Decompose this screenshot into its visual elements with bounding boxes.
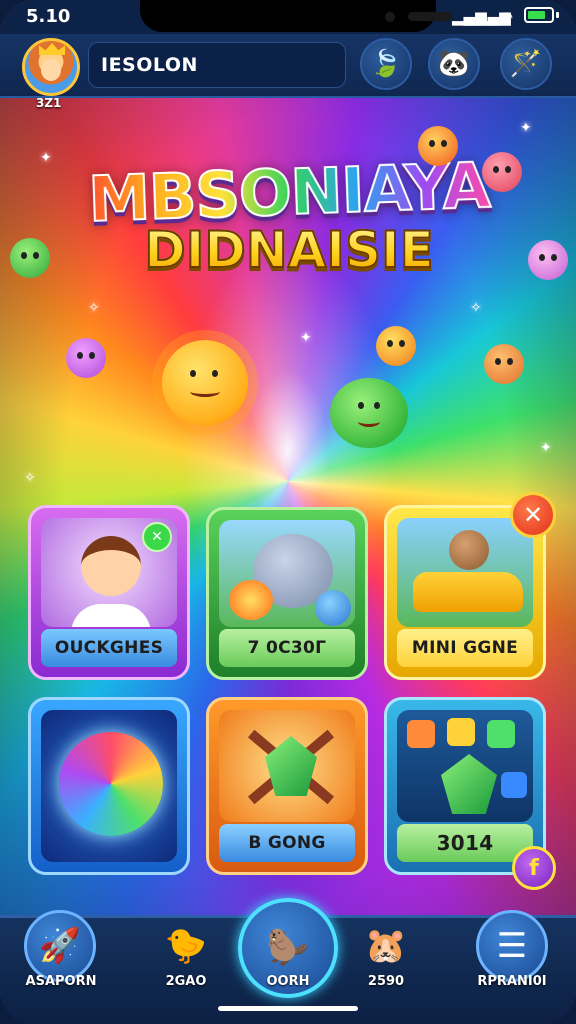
magic-wand-button[interactable]: 🪄 [500, 38, 552, 90]
status-time: 5.10 [26, 6, 71, 27]
beaver-icon: 🦫 [266, 928, 310, 968]
green-creature-icon [10, 238, 50, 278]
pet-button[interactable]: 🐼 [428, 38, 480, 90]
car-icon [413, 572, 523, 612]
nav-rocket-button[interactable]: 🚀 [24, 910, 96, 982]
fire-icon [229, 580, 273, 620]
orange-creature-icon [484, 344, 524, 384]
game-tile-2[interactable]: 7 0C30Γ [206, 507, 368, 680]
panda-icon: 🐼 [437, 49, 471, 79]
nav-bird-button[interactable]: 🐤 [150, 910, 222, 982]
camera-notch [140, 0, 452, 32]
gem-icon [447, 718, 475, 746]
tile-label: MINI GGNE [397, 629, 533, 667]
boy-face [81, 536, 141, 596]
battery-tip [556, 12, 559, 18]
status-bar: 5.10 ▂▄▆ ▂▄▆ ◠ [0, 0, 576, 34]
player-avatar[interactable] [22, 38, 80, 96]
sparkle-icon: ✦ [520, 120, 532, 136]
sparkle-icon: ✦ [540, 440, 552, 456]
home-indicator[interactable] [218, 1006, 358, 1011]
sparkle-icon: ✦ [300, 330, 312, 346]
bear-car-art [397, 518, 533, 627]
gem-icon [487, 720, 515, 748]
nav-menu-button[interactable]: ☰ [476, 910, 548, 982]
title-line-2: DIDNAISIE [84, 221, 494, 279]
top-header: IESOLON 🍃 🐼 🪄 [0, 34, 576, 98]
player-level: 3Z1 [36, 96, 62, 110]
sparkle-icon: ✧ [88, 300, 100, 316]
close-badge-button[interactable]: ✕ [510, 492, 556, 538]
battery-level [528, 11, 545, 19]
tile-label: 3014 [397, 824, 533, 862]
tile-label: OUCKGHES [41, 629, 177, 667]
battery-icon [524, 7, 554, 23]
game-tile-5[interactable]: B GONG [206, 697, 368, 875]
leaf-icon: 🍃 [369, 49, 403, 79]
orb-icon [59, 732, 163, 836]
nav-label: ASAPORN [25, 974, 97, 989]
hamster-icon: 🐹 [364, 926, 408, 966]
check-badge-icon: ✕ [142, 522, 172, 552]
blue-creature [315, 590, 351, 626]
flame-creature-icon [376, 326, 416, 366]
nav-hamster-button[interactable]: 🐹 [350, 910, 422, 982]
nav-label: 2GAO [165, 974, 207, 989]
emerald-swords-art [219, 710, 355, 822]
wifi-icon: ◠ [500, 8, 514, 26]
bird-icon: 🐤 [164, 926, 208, 966]
sparkle-icon: ✧ [24, 470, 36, 486]
nav-label: OORH [266, 974, 310, 989]
game-screen: ✦ ✦ ✧ ✧ ✦ ✦ ✧ 5.10 ▂▄▆ ▂▄▆ ◠ IESOLON 🍃 🐼 [0, 0, 576, 1024]
berry-creature-icon [66, 338, 106, 378]
tile-label: 7 0C30Γ [219, 629, 355, 667]
leaf-button[interactable]: 🍃 [360, 38, 412, 90]
wand-icon: 🪄 [509, 49, 543, 79]
fire-creature-art [219, 520, 355, 627]
speaker-grille [408, 12, 452, 21]
rainbow-orb-art [41, 710, 177, 862]
sparkle-icon: ✧ [470, 300, 482, 316]
nav-label: RPRANI0I [477, 974, 547, 989]
turtle-creature-icon [330, 378, 408, 448]
camera-dot [385, 12, 395, 22]
star-creature-icon [418, 126, 458, 166]
gem-icon [501, 772, 527, 798]
bonus-badge-button[interactable]: f [512, 846, 556, 890]
sparkle-icon: ✦ [40, 150, 52, 166]
game-tile-4[interactable] [28, 697, 190, 875]
crown-icon [39, 43, 65, 55]
player-name-plate[interactable]: IESOLON [88, 42, 346, 88]
emerald-icon [441, 754, 497, 814]
avatar-face [41, 59, 61, 81]
purple-creature-icon [528, 240, 568, 280]
gem-icon [407, 720, 435, 748]
rocket-icon: 🚀 [38, 926, 82, 966]
nav-label: 2590 [367, 974, 405, 989]
player-name: IESOLON [101, 54, 198, 76]
bear-icon [449, 530, 489, 570]
gem-puzzle-art [397, 710, 533, 822]
pink-creature-icon [482, 152, 522, 192]
tile-label: B GONG [219, 824, 355, 862]
sun-creature-icon [162, 340, 248, 426]
game-title: MBSONIAYA DIDNAISIE [84, 148, 494, 279]
boy-shirt [71, 604, 151, 627]
menu-icon: ☰ [496, 926, 528, 966]
